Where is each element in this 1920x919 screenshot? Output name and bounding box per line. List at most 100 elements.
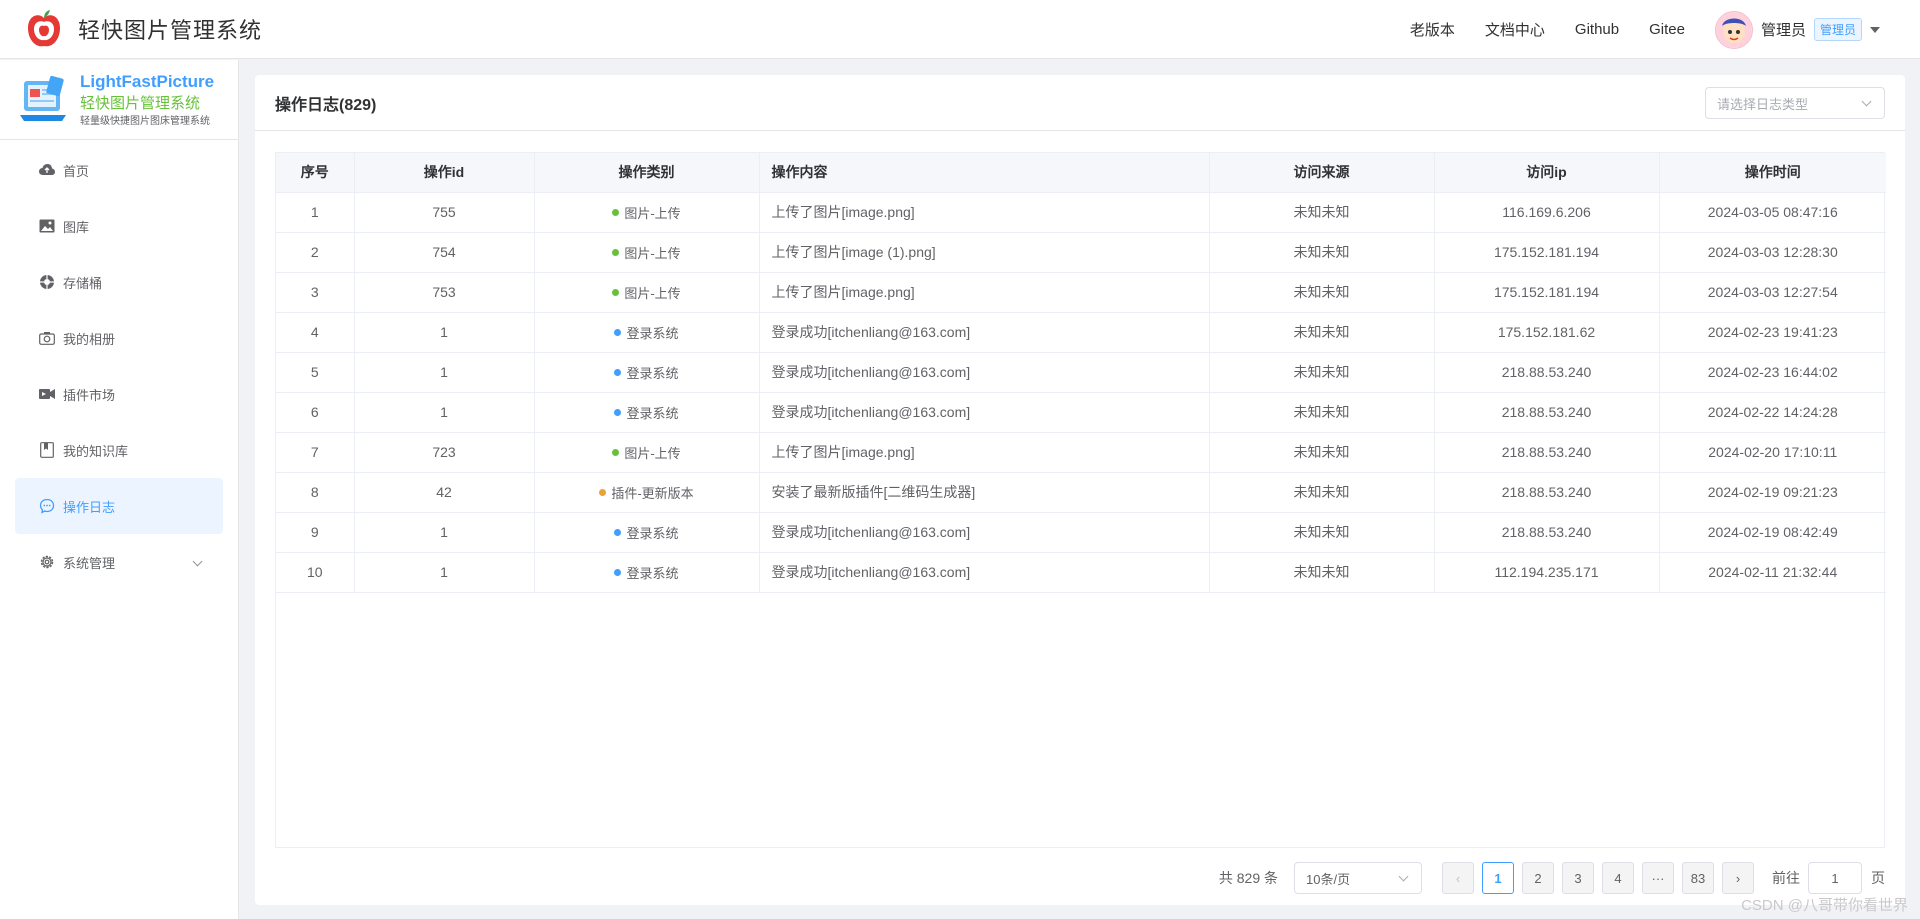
cell-content: 上传了图片[image.png] [759,272,1210,313]
cell-op-id: 753 [354,272,535,313]
cell-source: 未知未知 [1209,432,1435,473]
goto-page-input[interactable]: 1 [1808,862,1862,894]
cell-category: 登录系统 [534,512,760,553]
cell-index: 4 [276,312,355,353]
app-title: 轻快图片管理系统 [78,18,263,43]
cloud-icon [39,162,55,178]
bucket-icon [39,274,55,290]
cell-index: 5 [276,352,355,393]
brand-name: LightFastPicture [80,71,215,91]
cell-time: 2024-02-23 19:41:23 [1659,312,1886,353]
sidebar-item-knowledge[interactable]: 我的知识库 [15,422,223,478]
caret-down-icon[interactable] [1870,26,1880,33]
brand-logo-icon [18,73,68,127]
top-header: 轻快图片管理系统 老版本 文档中心 Github Gitee 管理员 管理员 [0,0,1920,59]
cell-time: 2024-02-19 08:42:49 [1659,512,1886,553]
col-header-index: 序号 [276,153,355,193]
cell-source: 未知未知 [1209,512,1435,553]
goto-page: 前往 1 页 [1772,862,1885,894]
more-pages-button[interactable]: ··· [1642,862,1674,894]
cell-op-id: 755 [354,192,535,233]
status-dot-icon [614,369,622,377]
page-button[interactable]: 4 [1602,862,1634,894]
nav-github[interactable]: Github [1575,21,1619,38]
nav-docs[interactable]: 文档中心 [1485,19,1545,40]
role-badge: 管理员 [1813,18,1862,41]
status-dot-icon [612,209,620,217]
cell-index: 2 [276,232,355,273]
brand-subtitle: 轻量级快捷图片图床管理系统 [80,115,210,127]
sidebar-menu: 首页 图库 存储桶 我的相册 插件市场 我的知识库 操作日志 系统管理 [0,140,238,590]
col-header-op-id: 操作id [354,153,535,193]
panel-header: 操作日志(829) 请选择日志类型 [255,75,1905,131]
page-button[interactable]: 1 [1482,862,1514,894]
user-name[interactable]: 管理员 [1761,19,1806,40]
table-row: 1 755 图片-上传 上传了图片[image.png] 未知未知 116.169.6.2… [276,192,1886,233]
chevron-down-icon[interactable] [192,556,203,567]
page-size-value: 10条/页 [1306,871,1351,887]
sidebar-item-bucket[interactable]: 存储桶 [15,254,223,310]
page-size-select[interactable]: 10条/页 [1294,862,1422,894]
chat-icon [39,498,55,514]
cell-ip: 218.88.53.240 [1434,512,1660,553]
cell-ip: 218.88.53.240 [1434,352,1660,393]
sidebar-item-plugins[interactable]: 插件市场 [15,366,223,422]
cell-source: 未知未知 [1209,232,1435,273]
cell-content: 登录成功[itchenliang@163.com] [759,312,1210,353]
avatar[interactable] [1714,10,1753,49]
watermark: CSDN @八哥带你看世界 [1741,897,1908,914]
cell-source: 未知未知 [1209,192,1435,233]
cell-ip: 218.88.53.240 [1434,432,1660,473]
brand-cn-name: 轻快图片管理系统 [80,94,201,112]
cell-content: 上传了图片[image.png] [759,432,1210,473]
cell-content: 登录成功[itchenliang@163.com] [759,392,1210,433]
cell-source: 未知未知 [1209,272,1435,313]
category-label: 登录系统 [626,365,679,381]
prev-page-button[interactable]: ‹ [1442,862,1474,894]
next-page-button[interactable]: › [1722,862,1754,894]
image-icon [39,218,55,234]
nav-gitee[interactable]: Gitee [1649,21,1685,38]
cell-ip: 218.88.53.240 [1434,472,1660,513]
cell-source: 未知未知 [1209,312,1435,353]
cell-op-id: 1 [354,392,535,433]
cell-ip: 175.152.181.194 [1434,272,1660,313]
log-type-select[interactable]: 请选择日志类型 [1705,87,1885,119]
page-button[interactable]: 2 [1522,862,1554,894]
cell-content: 登录成功[itchenliang@163.com] [759,552,1210,593]
cell-time: 2024-03-03 12:28:30 [1659,232,1886,273]
sidebar-item-home[interactable]: 首页 [15,142,223,198]
cell-index: 1 [276,192,355,233]
cell-index: 7 [276,432,355,473]
sidebar-item-label: 图库 [63,219,90,235]
chevron-down-icon [1398,871,1409,882]
page-button[interactable]: 3 [1562,862,1594,894]
cell-time: 2024-02-11 21:32:44 [1659,552,1886,593]
page-button[interactable]: 83 [1682,862,1714,894]
status-dot-icon [614,409,622,417]
apple-logo-icon[interactable] [22,7,66,51]
operation-log-panel: 操作日志(829) 请选择日志类型 序号 操作id 操作类别 操作内容 访问来源… [255,75,1905,905]
log-type-placeholder: 请选择日志类型 [1717,96,1809,112]
sidebar-item-system[interactable]: 系统管理 [15,534,223,590]
table-row: 2 754 图片-上传 上传了图片[image (1).png] 未知未知 175.152… [276,232,1886,273]
sidebar-item-label: 操作日志 [63,499,116,515]
cell-content: 上传了图片[image (1).png] [759,232,1210,273]
cell-time: 2024-02-23 16:44:02 [1659,352,1886,393]
cell-category: 图片-上传 [534,232,760,273]
cell-index: 6 [276,392,355,433]
book-icon [39,442,55,458]
sidebar-item-album[interactable]: 我的相册 [15,310,223,366]
col-header-time: 操作时间 [1659,153,1886,193]
camera-icon [39,330,55,346]
cell-index: 9 [276,512,355,553]
brand: LightFastPicture 轻快图片管理系统 轻量级快捷图片图床管理系统 [0,60,238,140]
status-dot-icon [614,329,622,337]
nav-old-version[interactable]: 老版本 [1410,19,1455,40]
col-header-category: 操作类别 [534,153,760,193]
gear-icon [39,554,55,570]
sidebar: LightFastPicture 轻快图片管理系统 轻量级快捷图片图床管理系统 … [0,60,239,919]
cell-content: 登录成功[itchenliang@163.com] [759,352,1210,393]
sidebar-item-operation-log[interactable]: 操作日志 [15,478,223,534]
sidebar-item-gallery[interactable]: 图库 [15,198,223,254]
